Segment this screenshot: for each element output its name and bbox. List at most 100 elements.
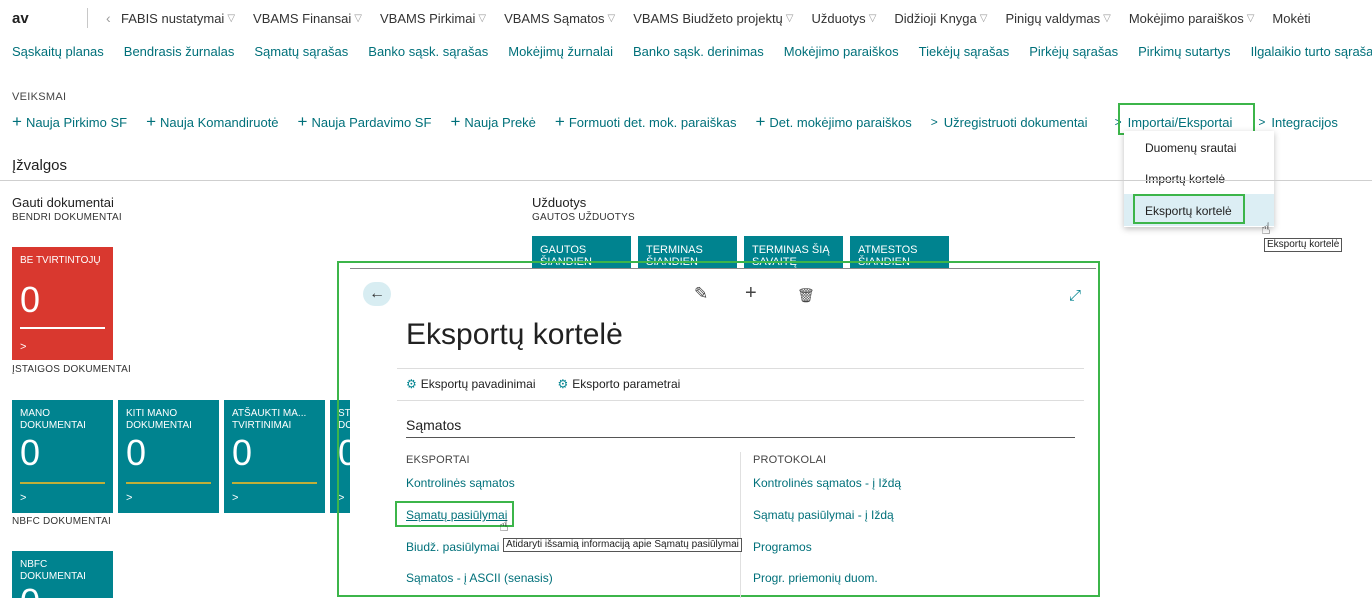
received-tasks-subtitle: GAUTOS UŽDUOTYS bbox=[532, 212, 635, 223]
nav-divider bbox=[87, 8, 88, 28]
chevron-right-icon: > bbox=[126, 492, 133, 504]
arrow-left-icon: ← bbox=[369, 285, 385, 302]
chevron-right-icon: > bbox=[20, 492, 27, 504]
quick-link[interactable]: Tiekėjų sąrašas bbox=[919, 44, 1010, 59]
back-button[interactable]: ← bbox=[363, 282, 391, 306]
top-menu-item[interactable]: VBAMS Biudžeto projektų ▽ bbox=[633, 11, 793, 26]
top-menu-item[interactable]: Didžioji Knyga ▽ bbox=[894, 11, 987, 26]
expand-icon[interactable]: ⤢ bbox=[1069, 287, 1081, 304]
action-integrations[interactable]: > Integracijos bbox=[1258, 112, 1338, 132]
tile-progress bbox=[232, 482, 317, 484]
top-menu-item[interactable]: VBAMS Finansai ▽ bbox=[253, 11, 362, 26]
quick-link[interactable]: Banko sąsk. sąrašas bbox=[368, 44, 488, 59]
imports-exports-menu: Duomenų srautai Importų kortelė Eksportų… bbox=[1124, 131, 1274, 227]
received-docs-title: Gauti dokumentai bbox=[12, 195, 114, 210]
group-title: Sąmatos bbox=[406, 417, 462, 433]
highlight-export-card bbox=[1133, 194, 1245, 224]
tile-progress bbox=[20, 327, 105, 329]
chevron-down-icon: ▽ bbox=[1103, 13, 1111, 24]
divider bbox=[397, 368, 1084, 369]
tile-progress bbox=[126, 482, 211, 484]
quick-link[interactable]: Ilgalaikio turto sąrašas bbox=[1251, 44, 1372, 59]
action-export-names[interactable]: ⚙ Eksportų pavadinimai bbox=[406, 377, 536, 391]
quick-link[interactable]: Mokėjimo paraiškos bbox=[784, 44, 899, 59]
tile-nbfc-documents[interactable]: NBFC DOKUMENTAI 0 bbox=[12, 551, 113, 598]
common-docs-subtitle: BENDRI DOKUMENTAI bbox=[12, 212, 122, 223]
action-new-sales-invoice[interactable]: + Nauja Pardavimo SF bbox=[298, 112, 432, 132]
quick-link[interactable]: Pirkimų sutartys bbox=[1138, 44, 1230, 59]
action-export-parameters[interactable]: ⚙ Eksporto parametrai bbox=[558, 377, 681, 391]
hand-cursor-icon: ☝ bbox=[499, 518, 509, 535]
plus-icon[interactable]: + bbox=[745, 282, 757, 305]
actions-heading: VEIKSMAI bbox=[12, 91, 67, 103]
link-program-measures[interactable]: Progr. priemonių duom. bbox=[753, 571, 878, 585]
top-menu-item[interactable]: Pinigų valdymas ▽ bbox=[1005, 11, 1110, 26]
quick-link[interactable]: Pirkėjų sąrašas bbox=[1029, 44, 1118, 59]
top-menu-item[interactable]: Mokėti bbox=[1272, 11, 1310, 26]
action-registered-documents[interactable]: > Užregistruoti dokumentai bbox=[931, 112, 1088, 132]
insights-heading: Įžvalgos bbox=[12, 157, 68, 174]
chevron-down-icon: ▽ bbox=[979, 13, 988, 24]
chevron-right-icon: > bbox=[1258, 115, 1266, 129]
link-estimate-proposals-treasury[interactable]: Sąmatų pasiūlymai - į Iždą bbox=[753, 508, 894, 522]
quick-link[interactable]: Banko sąsk. derinimas bbox=[633, 44, 764, 59]
tile-cancelled-approvals[interactable]: ATŠAUKTI MA... TVIRTINIMAI 0 > bbox=[224, 400, 325, 513]
divider bbox=[0, 180, 1372, 181]
top-menu-item[interactable]: FABIS nustatymai ▽ bbox=[121, 11, 235, 26]
chevron-down-icon: ▽ bbox=[1246, 13, 1255, 24]
quick-link[interactable]: Sąskaitų planas bbox=[12, 44, 104, 59]
edit-icon[interactable]: ✎ bbox=[694, 284, 708, 304]
protocols-column-heading: PROTOKOLAI bbox=[753, 454, 827, 466]
top-menu-item[interactable]: Mokėjimo paraiškos ▽ bbox=[1129, 11, 1255, 26]
highlight-estimate-proposals bbox=[395, 501, 514, 527]
action-new-business-trip[interactable]: + Nauja Komandiruotė bbox=[146, 112, 278, 132]
chevron-down-icon: ▽ bbox=[478, 13, 487, 24]
tooltip: Eksportų kortelė bbox=[1264, 238, 1343, 252]
card-title: Eksportų kortelė bbox=[406, 318, 623, 351]
menu-item-data-flows[interactable]: Duomenų srautai bbox=[1145, 141, 1236, 155]
chevron-down-icon: ▽ bbox=[227, 13, 236, 24]
link-control-estimates[interactable]: Kontrolinės sąmatos bbox=[406, 476, 515, 490]
plus-icon: + bbox=[297, 112, 308, 131]
institution-docs-subtitle: ĮSTAIGOS DOKUMENTAI bbox=[12, 364, 131, 375]
action-new-item[interactable]: + Nauja Prekė bbox=[450, 112, 535, 132]
divider bbox=[406, 437, 1075, 438]
gear-icon: ⚙ bbox=[406, 377, 417, 391]
quick-links: Sąskaitų planas Bendrasis žurnalas Sąmat… bbox=[12, 44, 1372, 59]
link-control-estimates-treasury[interactable]: Kontrolinės sąmatos - į Iždą bbox=[753, 476, 901, 490]
company-name[interactable]: av bbox=[12, 10, 29, 27]
plus-icon: + bbox=[554, 112, 565, 131]
nbfc-docs-subtitle: NBFC DOKUMENTAI bbox=[12, 516, 111, 527]
top-menu-item[interactable]: VBAMS Pirkimai ▽ bbox=[380, 11, 486, 26]
tile-other-my-documents[interactable]: KITI MANO DOKUMENTAI 0 > bbox=[118, 400, 219, 513]
plus-icon: + bbox=[12, 112, 22, 131]
action-new-purchase-invoice[interactable]: + Nauja Pirkimo SF bbox=[12, 112, 127, 132]
quick-link[interactable]: Mokėjimų žurnalai bbox=[508, 44, 613, 59]
tasks-title: Užduotys bbox=[532, 195, 587, 210]
link-programs[interactable]: Programos bbox=[753, 540, 812, 554]
chevron-down-icon: ▽ bbox=[354, 13, 362, 24]
chevron-right-icon: > bbox=[930, 115, 938, 129]
link-budget-proposals[interactable]: Biudž. pasiūlymai - bbox=[406, 540, 507, 554]
top-menu-item[interactable]: VBAMS Sąmatos ▽ bbox=[504, 11, 615, 26]
trash-icon[interactable]: 🗑 bbox=[797, 287, 815, 304]
scroll-left-icon[interactable]: ‹ bbox=[106, 10, 111, 26]
quick-link[interactable]: Sąmatų sąrašas bbox=[254, 44, 348, 59]
plus-icon: + bbox=[146, 112, 157, 131]
tile-unconfirmed[interactable]: BE TVIRTINTOJŲ 0 > bbox=[12, 247, 113, 360]
chevron-down-icon: ▽ bbox=[607, 13, 616, 24]
chevron-right-icon: > bbox=[232, 492, 239, 504]
divider bbox=[397, 400, 1084, 401]
hand-cursor-icon: ☝ bbox=[1261, 221, 1271, 238]
tile-my-documents[interactable]: MANO DOKUMENTAI 0 > bbox=[12, 400, 113, 513]
top-menu: FABIS nustatymai ▽ VBAMS Finansai ▽ VBAMS … bbox=[121, 11, 1329, 26]
action-form-payment-requests[interactable]: + Formuoti det. mok. paraiškas bbox=[555, 112, 737, 132]
action-payment-requests[interactable]: + Det. mokėjimo paraiškos bbox=[755, 112, 911, 132]
link-estimates-ascii[interactable]: Sąmatos - į ASCII (senasis) bbox=[406, 571, 553, 585]
quick-link[interactable]: Bendrasis žurnalas bbox=[124, 44, 235, 59]
top-navigation: av ‹ FABIS nustatymai ▽ VBAMS Finansai ▽ V… bbox=[0, 0, 1372, 38]
top-menu-item[interactable]: Užduotys ▽ bbox=[811, 11, 876, 26]
card-action-bar: ⚙ Eksportų pavadinimai ⚙ Eksporto parametr… bbox=[406, 377, 702, 391]
tooltip: Atidaryti išsamią informaciją apie Sąmat… bbox=[503, 538, 742, 552]
menu-item-import-card[interactable]: Importų kortelė bbox=[1145, 172, 1225, 186]
